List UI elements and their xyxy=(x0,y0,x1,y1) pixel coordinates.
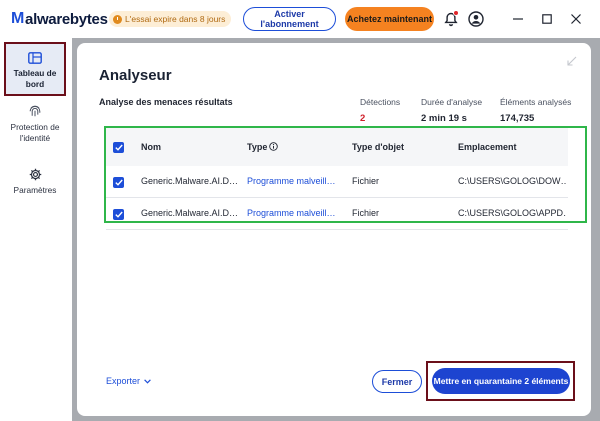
threat-name: Generic.Malware.AI.D… xyxy=(141,176,239,186)
sidebar-item-label: Tableau de bord xyxy=(13,68,57,89)
chevron-down-icon xyxy=(144,376,151,386)
column-header-object-type[interactable]: Type d'objet xyxy=(352,142,442,152)
row-checkbox[interactable] xyxy=(113,177,124,188)
collapse-icon[interactable] xyxy=(567,53,577,71)
sidebar-item-label: Protection de l'identité xyxy=(10,122,60,143)
gear-icon xyxy=(4,168,66,181)
table-row[interactable]: Generic.Malware.AI.D… Programme malveill… xyxy=(106,198,568,230)
account-icon[interactable] xyxy=(467,10,485,28)
items-scanned-value: 174,735 xyxy=(500,113,535,124)
column-header-location[interactable]: Emplacement xyxy=(458,142,566,152)
stat-scan-duration: Durée d'analyse 2 min 19 s xyxy=(421,97,482,124)
threat-location: C:\USERS\GOLOG\DOW… xyxy=(458,176,566,186)
stat-label: Détections xyxy=(360,97,401,107)
table-row[interactable]: Generic.Malware.AI.D… Programme malveill… xyxy=(106,166,568,198)
column-header-type-label: Type xyxy=(247,142,268,152)
clock-icon xyxy=(113,14,122,24)
maximize-icon[interactable] xyxy=(538,10,556,28)
sidebar-item-dashboard[interactable]: Tableau de bord xyxy=(4,42,66,96)
logo-m: M xyxy=(11,10,25,27)
close-button[interactable]: Fermer xyxy=(372,370,422,393)
stat-label: Durée d'analyse xyxy=(421,97,483,107)
export-label: Exporter xyxy=(106,376,141,386)
quarantine-button[interactable]: Mettre en quarantaine 2 éléments xyxy=(432,368,570,394)
buy-now-button[interactable]: Achetez maintenant xyxy=(345,7,434,31)
stat-detections: Détections 2 xyxy=(360,97,400,124)
logo-text: alwarebytes xyxy=(25,10,108,28)
sidebar: Tableau de bord Protection de l'identité… xyxy=(0,38,72,421)
column-header-name[interactable]: Nom xyxy=(141,142,241,152)
column-header-type[interactable]: Type xyxy=(247,142,343,153)
activate-subscription-button[interactable]: Activer l'abonnement xyxy=(243,7,336,31)
info-icon[interactable] xyxy=(269,142,279,153)
stat-items-scanned: Éléments analysés 174,735 xyxy=(500,97,571,124)
row-checkbox[interactable] xyxy=(113,209,124,220)
threat-type-link[interactable]: Programme malveill… xyxy=(247,176,343,186)
fingerprint-icon xyxy=(4,104,66,118)
close-icon[interactable] xyxy=(567,10,585,28)
trial-text: L'essai expire dans 8 jours xyxy=(125,14,226,24)
dashboard-icon xyxy=(6,52,64,64)
sidebar-item-label: Paramètres xyxy=(13,185,57,195)
minimize-icon[interactable] xyxy=(509,10,527,28)
notification-dot xyxy=(453,10,459,16)
trial-badge: L'essai expire dans 8 jours xyxy=(109,11,232,27)
threat-name: Generic.Malware.AI.D… xyxy=(141,208,239,218)
threat-type-link[interactable]: Programme malveill… xyxy=(247,208,343,218)
sidebar-item-identity-protection[interactable]: Protection de l'identité xyxy=(4,104,66,144)
threat-location: C:\USERS\GOLOG\APPD… xyxy=(458,208,566,218)
scanner-results-dialog: Analyseur Analyse des menaces résultats … xyxy=(77,43,591,416)
object-type: Fichier xyxy=(352,208,380,218)
scan-results-subtitle: Analyse des menaces résultats xyxy=(99,97,233,107)
bell-icon[interactable] xyxy=(442,10,460,28)
stat-label: Éléments analysés xyxy=(500,97,572,107)
select-all-checkbox[interactable] xyxy=(113,142,124,153)
scan-duration-value: 2 min 19 s xyxy=(421,113,467,124)
detections-count: 2 xyxy=(360,113,366,124)
title-bar: Malwarebytes L'essai expire dans 8 jours… xyxy=(0,0,600,38)
export-dropdown[interactable]: Exporter xyxy=(106,376,151,386)
page-title: Analyseur xyxy=(99,67,172,84)
sidebar-item-settings[interactable]: Paramètres xyxy=(4,168,66,196)
object-type: Fichier xyxy=(352,176,380,186)
threats-table: Nom Type Type d'objet Emplacement Generi… xyxy=(104,126,587,230)
malwarebytes-logo: Malwarebytes xyxy=(11,10,108,28)
table-header: Nom Type Type d'objet Emplacement xyxy=(106,128,568,166)
